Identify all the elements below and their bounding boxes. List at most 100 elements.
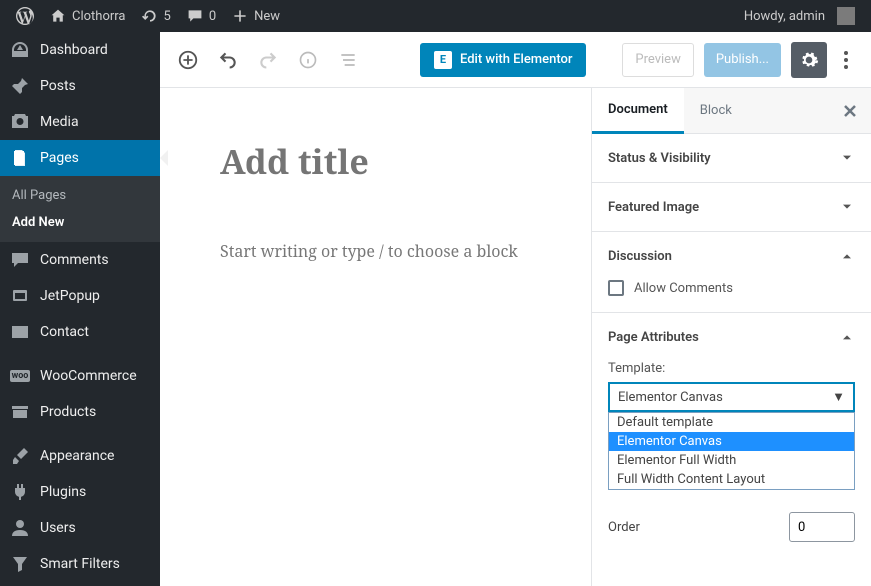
info-button[interactable] — [290, 42, 326, 78]
plus-icon — [232, 8, 248, 24]
editor-canvas: Start writing or type / to choose a bloc… — [160, 88, 591, 586]
elementor-label: Edit with Elementor — [460, 52, 572, 67]
body-placeholder[interactable]: Start writing or type / to choose a bloc… — [220, 240, 531, 262]
template-option[interactable]: Elementor Full Width — [609, 451, 854, 470]
menu-contact[interactable]: Contact — [0, 314, 160, 350]
editor-toolbar: E Edit with Elementor Preview Publish... — [160, 32, 871, 88]
new-link[interactable]: New — [224, 0, 288, 32]
plus-circle-icon — [177, 49, 199, 71]
plug-icon — [10, 482, 30, 502]
gear-icon — [799, 50, 819, 70]
elementor-button[interactable]: E Edit with Elementor — [420, 43, 586, 77]
settings-button[interactable] — [791, 42, 827, 78]
elementor-icon: E — [434, 51, 452, 69]
account-link[interactable]: Howdy, admin — [736, 0, 863, 32]
menu-label: Comments — [40, 252, 109, 268]
chevron-down-icon — [839, 150, 855, 166]
allow-comments-row[interactable]: Allow Comments — [608, 280, 855, 296]
menu-posts[interactable]: Posts — [0, 68, 160, 104]
menu-pages[interactable]: Pages — [0, 140, 160, 176]
template-label: Template: — [608, 361, 855, 376]
tab-document[interactable]: Document — [592, 88, 684, 134]
allow-comments-checkbox[interactable] — [608, 280, 624, 296]
menu-label: JetPopup — [40, 288, 100, 304]
updates-count: 5 — [164, 9, 171, 24]
submenu-all-pages[interactable]: All Pages — [0, 182, 160, 209]
template-option[interactable]: Elementor Canvas — [609, 432, 854, 451]
woocommerce-icon: woo — [10, 366, 30, 386]
site-link[interactable]: Clothorra — [42, 0, 134, 32]
undo-icon — [218, 50, 238, 70]
menu-label: Products — [40, 404, 96, 420]
close-icon — [843, 104, 857, 118]
menu-products[interactable]: Products — [0, 394, 160, 430]
archive-icon — [10, 402, 30, 422]
howdy-text: Howdy, admin — [744, 9, 825, 24]
mail-icon — [10, 322, 30, 342]
panel-title: Featured Image — [608, 200, 699, 215]
allow-comments-label: Allow Comments — [634, 281, 733, 296]
add-block-button[interactable] — [170, 42, 206, 78]
order-input[interactable] — [789, 512, 855, 542]
panel-status[interactable]: Status & Visibility — [592, 134, 871, 182]
submenu-add-new[interactable]: Add New — [0, 209, 160, 236]
menu-appearance[interactable]: Appearance — [0, 438, 160, 474]
menu-label: Pages — [40, 150, 79, 166]
popup-icon — [10, 286, 30, 306]
list-icon — [338, 50, 358, 70]
refresh-icon — [142, 8, 158, 24]
chevron-up-icon — [839, 248, 855, 264]
comments-link[interactable]: 0 — [179, 0, 224, 32]
menu-comments[interactable]: Comments — [0, 242, 160, 278]
chevron-up-icon — [839, 329, 855, 345]
comment-count: 0 — [209, 9, 216, 24]
brush-icon — [10, 446, 30, 466]
panel-featured-image[interactable]: Featured Image — [592, 183, 871, 231]
user-icon — [10, 518, 30, 538]
chevron-down-icon — [839, 199, 855, 215]
panel-page-attributes[interactable]: Page Attributes — [592, 313, 871, 361]
menu-label: Plugins — [40, 484, 86, 500]
redo-icon — [258, 50, 278, 70]
pages-icon — [10, 148, 30, 168]
menu-label: Appearance — [40, 448, 114, 464]
template-select[interactable]: Elementor Canvas ▼ — [608, 382, 855, 412]
publish-button[interactable]: Publish... — [704, 43, 781, 77]
menu-users[interactable]: Users — [0, 510, 160, 546]
site-name: Clothorra — [72, 9, 126, 24]
menu-label: Smart Filters — [40, 556, 120, 572]
template-dropdown: Default template Elementor Canvas Elemen… — [608, 412, 855, 490]
menu-smartfilters[interactable]: Smart Filters — [0, 546, 160, 582]
redo-button[interactable] — [250, 42, 286, 78]
comment-icon — [187, 8, 203, 24]
menu-woocommerce[interactable]: woo WooCommerce — [0, 358, 160, 394]
menu-label: Contact — [40, 324, 89, 340]
panel-title: Discussion — [608, 249, 672, 264]
template-value: Elementor Canvas — [618, 390, 723, 405]
admin-bar: Clothorra 5 0 New Howdy, admin — [0, 0, 871, 32]
title-input[interactable] — [220, 138, 531, 184]
menu-label: WooCommerce — [40, 368, 137, 384]
template-option[interactable]: Default template — [609, 413, 854, 432]
panel-discussion[interactable]: Discussion — [592, 232, 871, 280]
dropdown-caret-icon: ▼ — [832, 389, 845, 405]
more-button[interactable] — [831, 42, 861, 78]
menu-jetpopup[interactable]: JetPopup — [0, 278, 160, 314]
preview-button[interactable]: Preview — [622, 43, 693, 77]
admin-sidebar: Dashboard Posts Media Pages All Pages Ad… — [0, 32, 160, 586]
close-inspector-button[interactable] — [829, 104, 871, 118]
outline-button[interactable] — [330, 42, 366, 78]
updates-link[interactable]: 5 — [134, 0, 179, 32]
menu-label: Media — [40, 114, 79, 130]
template-option[interactable]: Full Width Content Layout — [609, 470, 854, 489]
dashboard-icon — [10, 40, 30, 60]
menu-media[interactable]: Media — [0, 104, 160, 140]
new-label: New — [254, 9, 280, 24]
undo-button[interactable] — [210, 42, 246, 78]
menu-dashboard[interactable]: Dashboard — [0, 32, 160, 68]
tab-block[interactable]: Block — [684, 89, 748, 132]
info-icon — [298, 50, 318, 70]
comment-icon — [10, 250, 30, 270]
wp-logo[interactable] — [8, 0, 42, 32]
menu-plugins[interactable]: Plugins — [0, 474, 160, 510]
